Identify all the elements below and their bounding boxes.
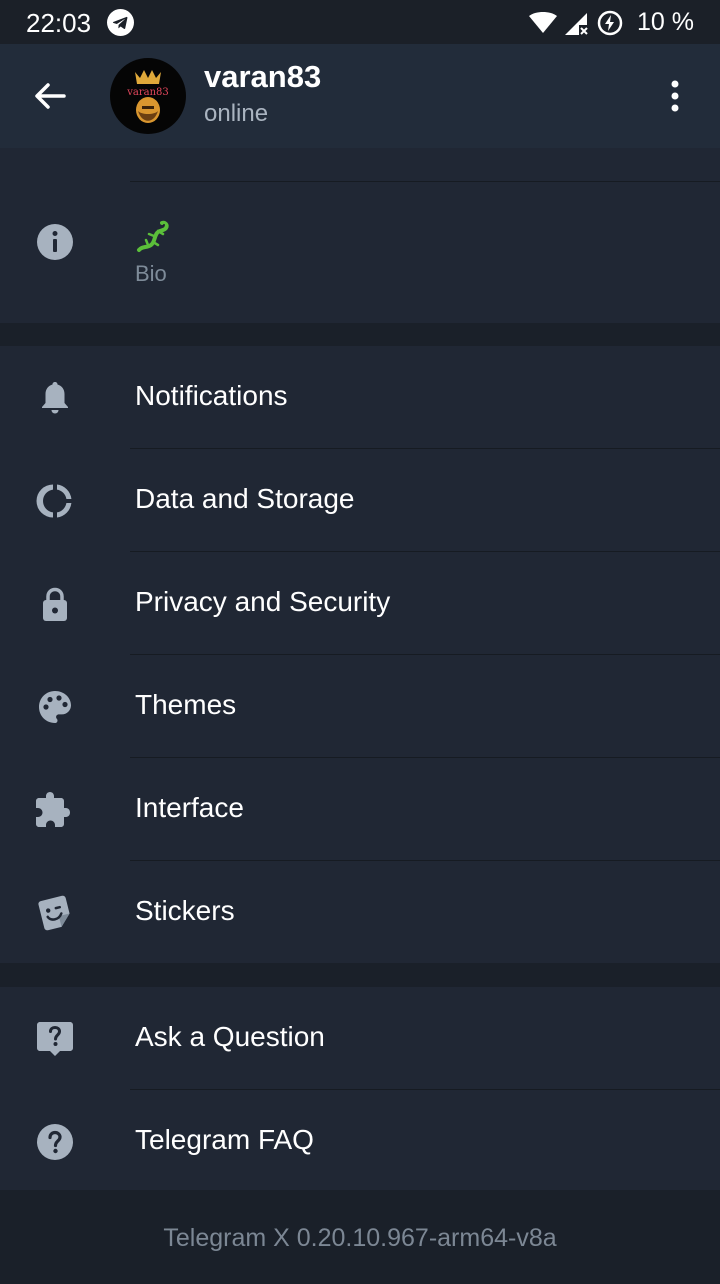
help-circle-icon: [37, 1124, 73, 1160]
menu-item-stickers[interactable]: Stickers: [0, 861, 720, 964]
menu-item-label: Data and Storage: [135, 483, 355, 514]
settings-menu: Notifications Data and Storage Privacy a…: [0, 346, 720, 963]
puzzle-icon: [36, 792, 70, 827]
status-bar: 22:03 10 %: [0, 0, 720, 44]
lock-icon: [43, 587, 67, 621]
bell-icon: [42, 382, 68, 414]
signal-icon: [565, 12, 588, 35]
bio-label: Bio: [135, 261, 167, 286]
menu-item-label: Stickers: [135, 895, 235, 926]
lizard-emoji-icon: [137, 220, 169, 252]
help-menu: Ask a Question Telegram FAQ: [0, 987, 720, 1190]
menu-item-ask-question[interactable]: Ask a Question: [0, 987, 720, 1090]
info-icon: [37, 224, 73, 260]
menu-item-interface[interactable]: Interface: [0, 758, 720, 861]
avatar[interactable]: varan83: [110, 58, 186, 134]
sticker-icon: [38, 895, 70, 931]
menu-item-label: Interface: [135, 792, 244, 823]
avatar-text: varan83: [126, 87, 169, 98]
menu-item-privacy-security[interactable]: Privacy and Security: [0, 552, 720, 655]
divider: [130, 181, 720, 182]
app-version: Telegram X 0.20.10.967-arm64-v8a: [163, 1224, 557, 1252]
palette-icon: [39, 691, 71, 723]
back-arrow-icon[interactable]: [28, 74, 72, 118]
profile-info-card: Bio: [0, 148, 720, 323]
menu-item-label: Themes: [135, 689, 237, 720]
menu-item-label: Telegram FAQ: [135, 1124, 314, 1155]
profile-status: online: [204, 100, 269, 127]
telegram-icon: [107, 9, 134, 36]
battery-percentage: 10 %: [637, 8, 694, 36]
menu-item-themes[interactable]: Themes: [0, 655, 720, 758]
status-time: 22:03: [26, 8, 92, 38]
battery-charging-icon: [597, 10, 623, 35]
menu-item-notifications[interactable]: Notifications: [0, 346, 720, 449]
profile-header: varan83 varan83 online: [0, 44, 720, 149]
profile-name: varan83: [204, 59, 322, 94]
question-bubble-icon: [37, 1022, 73, 1056]
menu-item-data-storage[interactable]: Data and Storage: [0, 449, 720, 552]
menu-item-telegram-faq[interactable]: Telegram FAQ: [0, 1090, 720, 1193]
data-storage-icon: [36, 484, 72, 518]
menu-item-label: Notifications: [135, 380, 288, 411]
avatar-image: varan83: [126, 70, 169, 123]
menu-item-label: Ask a Question: [135, 1021, 325, 1052]
wifi-icon: [529, 11, 558, 33]
more-options-icon[interactable]: [660, 76, 690, 116]
menu-item-label: Privacy and Security: [135, 586, 391, 617]
